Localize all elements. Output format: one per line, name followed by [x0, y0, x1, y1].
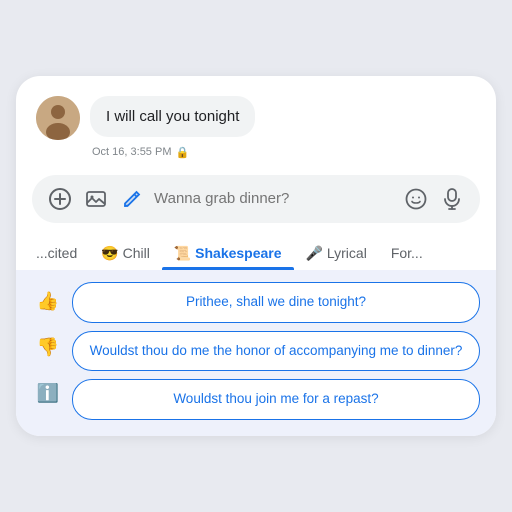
- suggestion-2[interactable]: Wouldst thou do me the honor of accompan…: [72, 331, 480, 372]
- suggestions-panel: 👍 👎 ℹ️ Prithee, shall we dine tonight? W…: [16, 270, 496, 437]
- tab-shakespeare[interactable]: 📜 Shakespeare: [162, 237, 294, 270]
- edit-button[interactable]: [118, 185, 146, 213]
- main-card: I will call you tonight Oct 16, 3:55 PM …: [16, 76, 496, 437]
- message-bubble: I will call you tonight: [90, 96, 255, 137]
- suggestion-3[interactable]: Wouldst thou join me for a repast?: [72, 379, 480, 420]
- side-actions: 👍 👎 ℹ️: [32, 282, 64, 421]
- message-row: I will call you tonight: [32, 96, 480, 140]
- image-button[interactable]: [82, 185, 110, 213]
- tab-for[interactable]: For...: [379, 237, 435, 269]
- tab-excited[interactable]: ...cited: [24, 237, 89, 269]
- message-timestamp: Oct 16, 3:55 PM 🔒: [32, 146, 480, 159]
- mic-button[interactable]: [438, 185, 466, 213]
- thumbs-up-button[interactable]: 👍: [32, 286, 64, 318]
- suggestion-1[interactable]: Prithee, shall we dine tonight?: [72, 282, 480, 323]
- thumbs-down-button[interactable]: 👎: [32, 332, 64, 364]
- tab-chill[interactable]: 😎 Chill: [89, 237, 162, 270]
- input-row: [32, 175, 480, 223]
- suggestions-list: Prithee, shall we dine tonight? Wouldst …: [72, 282, 480, 421]
- add-button[interactable]: [46, 185, 74, 213]
- info-button[interactable]: ℹ️: [32, 378, 64, 410]
- tabs-row: ...cited 😎 Chill 📜 Shakespeare 🎤 Lyrical…: [16, 237, 496, 270]
- avatar: [36, 96, 80, 140]
- tab-lyrical[interactable]: 🎤 Lyrical: [294, 237, 379, 270]
- emoji-button[interactable]: [402, 185, 430, 213]
- search-input[interactable]: [154, 190, 394, 207]
- lock-icon: 🔒: [175, 146, 189, 159]
